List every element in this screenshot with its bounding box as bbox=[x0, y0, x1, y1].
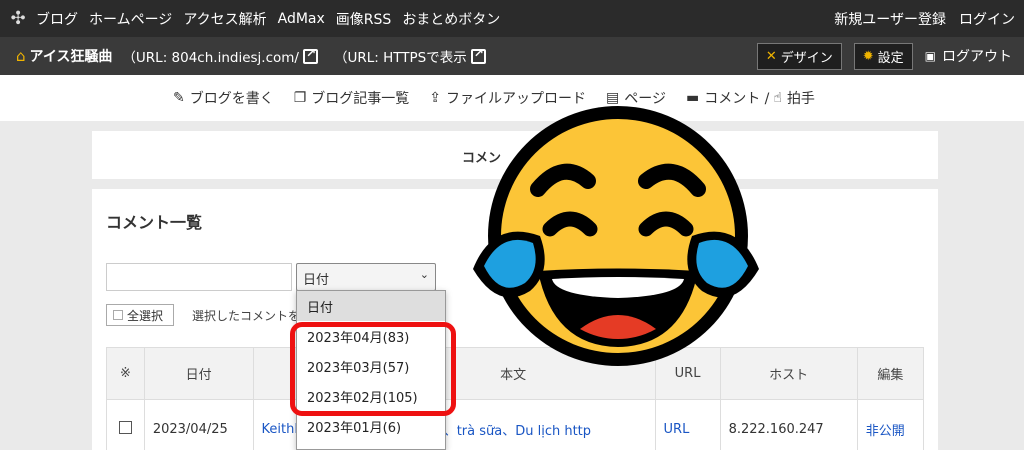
home-icon[interactable]: ⌂ bbox=[16, 47, 26, 65]
row-host: 8.222.160.247 bbox=[719, 399, 858, 450]
date-select[interactable]: 日付 ⌄ bbox=[296, 263, 436, 291]
design-button[interactable]: ✕ デザイン bbox=[756, 42, 842, 70]
row-date: 2023/04/25 bbox=[143, 399, 254, 450]
row-url-link[interactable]: URL bbox=[654, 399, 721, 450]
nav-write-blog[interactable]: ✎ ブログを書く bbox=[173, 88, 274, 108]
menu-link-image-rss[interactable]: 画像RSS bbox=[336, 9, 392, 29]
menu-link-admax[interactable]: AdMax bbox=[278, 11, 325, 27]
top-menu-bar: ✣ ブログ ホームページ アクセス解析 AdMax 画像RSS おまとめボタン … bbox=[0, 0, 1024, 37]
login-link[interactable]: ログイン bbox=[959, 9, 1015, 29]
edit-icon: ✎ bbox=[173, 90, 185, 106]
copy-icon: ❐ bbox=[293, 90, 307, 106]
page-title: コメント一覧 bbox=[106, 213, 203, 232]
tools-icon: ✕ bbox=[765, 48, 777, 64]
chevron-down-icon: ⌄ bbox=[419, 268, 429, 281]
external-link-icon[interactable] bbox=[302, 46, 318, 64]
logout-button[interactable]: ▣ ログアウト bbox=[925, 46, 1012, 66]
row-checkbox[interactable] bbox=[118, 421, 132, 434]
col-header-mark: ※ bbox=[106, 347, 145, 400]
upload-icon: ⇪ bbox=[429, 90, 442, 106]
table-row: 2023/04/25 KeithRaifs thời trang、trà sữa… bbox=[106, 399, 925, 450]
face-with-tears-of-joy-icon bbox=[473, 106, 759, 366]
menu-link-access-analysis[interactable]: アクセス解析 bbox=[183, 9, 266, 29]
blog-toolbar: ⌂ アイス狂騒曲 （URL: 804ch.indiesj.com/ （URL: … bbox=[0, 37, 1024, 75]
external-link-icon[interactable] bbox=[470, 46, 486, 64]
menu-link-homepage[interactable]: ホームページ bbox=[89, 9, 172, 29]
https-url-label: （URL: HTTPSで表示 bbox=[333, 50, 467, 66]
blog-title[interactable]: アイス狂騒曲 bbox=[30, 46, 113, 66]
checkbox-icon bbox=[113, 310, 123, 320]
menu-link-omatome-button[interactable]: おまとめボタン bbox=[402, 9, 500, 29]
select-all-button[interactable]: 全選択 bbox=[106, 304, 174, 326]
highlight-box bbox=[290, 322, 456, 416]
row-checkbox-cell bbox=[106, 399, 145, 450]
menu-link-blog[interactable]: ブログ bbox=[36, 9, 78, 29]
row-edit-link[interactable]: 非公開 bbox=[856, 399, 925, 450]
settings-button[interactable]: ✹ 設定 bbox=[853, 42, 913, 70]
col-header-edit: 編集 bbox=[856, 347, 925, 400]
gear-icon: ✹ bbox=[862, 48, 874, 64]
blog-url-label: （URL: 804ch.indiesj.com/ bbox=[122, 50, 299, 66]
col-header-date[interactable]: 日付 bbox=[143, 347, 254, 400]
register-link[interactable]: 新規ユーザー登録 bbox=[834, 9, 946, 29]
date-select-value: 日付 bbox=[303, 273, 330, 288]
id-card-icon: ▣ bbox=[924, 49, 936, 63]
dropdown-option-date[interactable]: 日付 bbox=[297, 291, 445, 321]
selected-comments-label: 選択したコメントを bbox=[192, 309, 301, 323]
flower-logo-icon[interactable]: ✣ bbox=[0, 0, 36, 37]
clap-icon: ☝ bbox=[773, 90, 782, 106]
search-input[interactable] bbox=[106, 263, 292, 291]
nav-article-list[interactable]: ❐ ブログ記事一覧 bbox=[294, 88, 410, 108]
